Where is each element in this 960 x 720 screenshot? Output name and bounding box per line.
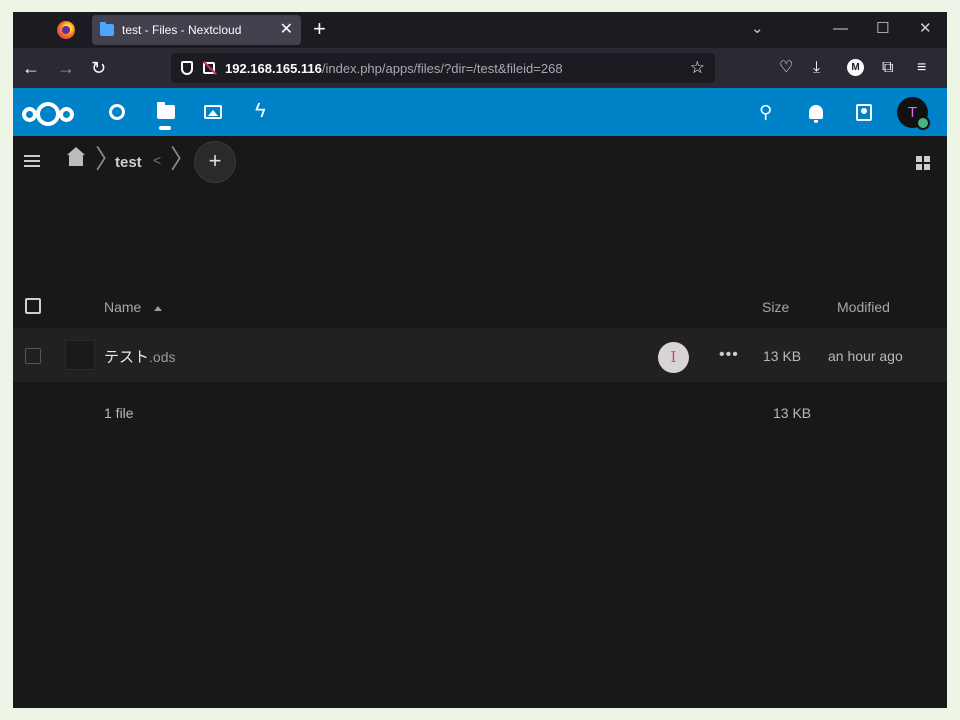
- home-icon[interactable]: [67, 147, 85, 166]
- extensions-icon[interactable]: ⧉: [882, 58, 893, 78]
- browser-window: test - Files - Nextcloud ✕ + ⌄ — ☐ ✕ ← →…: [13, 12, 947, 708]
- column-header-size[interactable]: Size: [762, 299, 789, 315]
- breadcrumb-separator: 〉: [170, 144, 197, 174]
- add-new-button[interactable]: +: [194, 141, 236, 183]
- close-window-icon[interactable]: ✕: [919, 20, 932, 38]
- reload-icon[interactable]: ↻: [91, 58, 106, 78]
- bell-icon[interactable]: [809, 105, 823, 123]
- file-extension: .ods: [149, 349, 176, 365]
- nextcloud-header: ϟ ⚲ T: [13, 88, 947, 136]
- column-header-modified[interactable]: Modified: [837, 299, 890, 315]
- contacts-icon[interactable]: [856, 104, 872, 121]
- tab-active[interactable]: test - Files - Nextcloud ✕: [92, 15, 301, 45]
- file-name[interactable]: テスト.ods: [104, 346, 175, 367]
- forward-icon[interactable]: →: [57, 58, 75, 78]
- share-icon[interactable]: <: [153, 152, 161, 168]
- new-tab-button[interactable]: +: [313, 17, 326, 41]
- file-basename: テスト: [104, 349, 150, 366]
- breadcrumb-folder[interactable]: test: [115, 154, 142, 171]
- file-thumbnail[interactable]: [65, 340, 95, 370]
- files-icon[interactable]: [157, 102, 175, 119]
- folder-icon: [100, 22, 114, 36]
- menu-icon[interactable]: ≡: [917, 58, 926, 78]
- grid-icon[interactable]: [916, 156, 930, 170]
- column-header-name[interactable]: Name: [104, 299, 141, 315]
- file-modified: an hour ago: [828, 348, 903, 364]
- search-icon[interactable]: ⚲: [759, 102, 772, 122]
- navigation-toggle-icon[interactable]: [24, 155, 40, 167]
- download-icon[interactable]: ⤓: [813, 58, 820, 78]
- summary-size: 13 KB: [773, 405, 812, 421]
- maximize-icon[interactable]: ☐: [876, 20, 889, 38]
- file-size: 13 KB: [763, 348, 802, 364]
- url-host: 192.168.165.116: [225, 60, 322, 76]
- status-indicator: [916, 116, 930, 130]
- lock-icon[interactable]: [203, 62, 215, 74]
- nextcloud-logo-icon[interactable]: [22, 102, 74, 126]
- activity-icon[interactable]: ϟ: [255, 100, 266, 122]
- navigation-toolbar: ← → ↻ 192.168.165.116 /index.php/apps/fi…: [13, 48, 947, 88]
- photos-icon[interactable]: [204, 105, 222, 119]
- sort-ascending-icon[interactable]: [154, 306, 162, 311]
- star-icon[interactable]: ☆: [690, 58, 705, 78]
- active-app-indicator: [159, 126, 171, 130]
- back-icon[interactable]: ←: [22, 58, 40, 78]
- summary-count: 1 file: [104, 405, 134, 421]
- text-cursor-icon: I: [658, 342, 689, 373]
- minimize-icon[interactable]: —: [833, 20, 848, 38]
- tab-close-icon[interactable]: ✕: [280, 22, 293, 38]
- tab-list-chevron-icon[interactable]: ⌄: [751, 20, 764, 38]
- tab-strip: test - Files - Nextcloud ✕ + ⌄ — ☐ ✕: [13, 12, 947, 48]
- pocket-icon[interactable]: ♡: [779, 58, 793, 78]
- row-checkbox[interactable]: [25, 348, 41, 364]
- firefox-icon[interactable]: [57, 21, 75, 39]
- url-path: /index.php/apps/files/?dir=/test&fileid=…: [321, 60, 563, 76]
- shield-icon[interactable]: [181, 61, 193, 75]
- select-all-checkbox[interactable]: [25, 298, 41, 314]
- profile-badge[interactable]: M: [847, 59, 864, 76]
- more-icon[interactable]: •••: [719, 346, 739, 364]
- dashboard-icon[interactable]: [109, 104, 125, 120]
- tab-title: test - Files - Nextcloud: [122, 23, 242, 37]
- url-bar[interactable]: 192.168.165.116 /index.php/apps/files/?d…: [171, 53, 715, 83]
